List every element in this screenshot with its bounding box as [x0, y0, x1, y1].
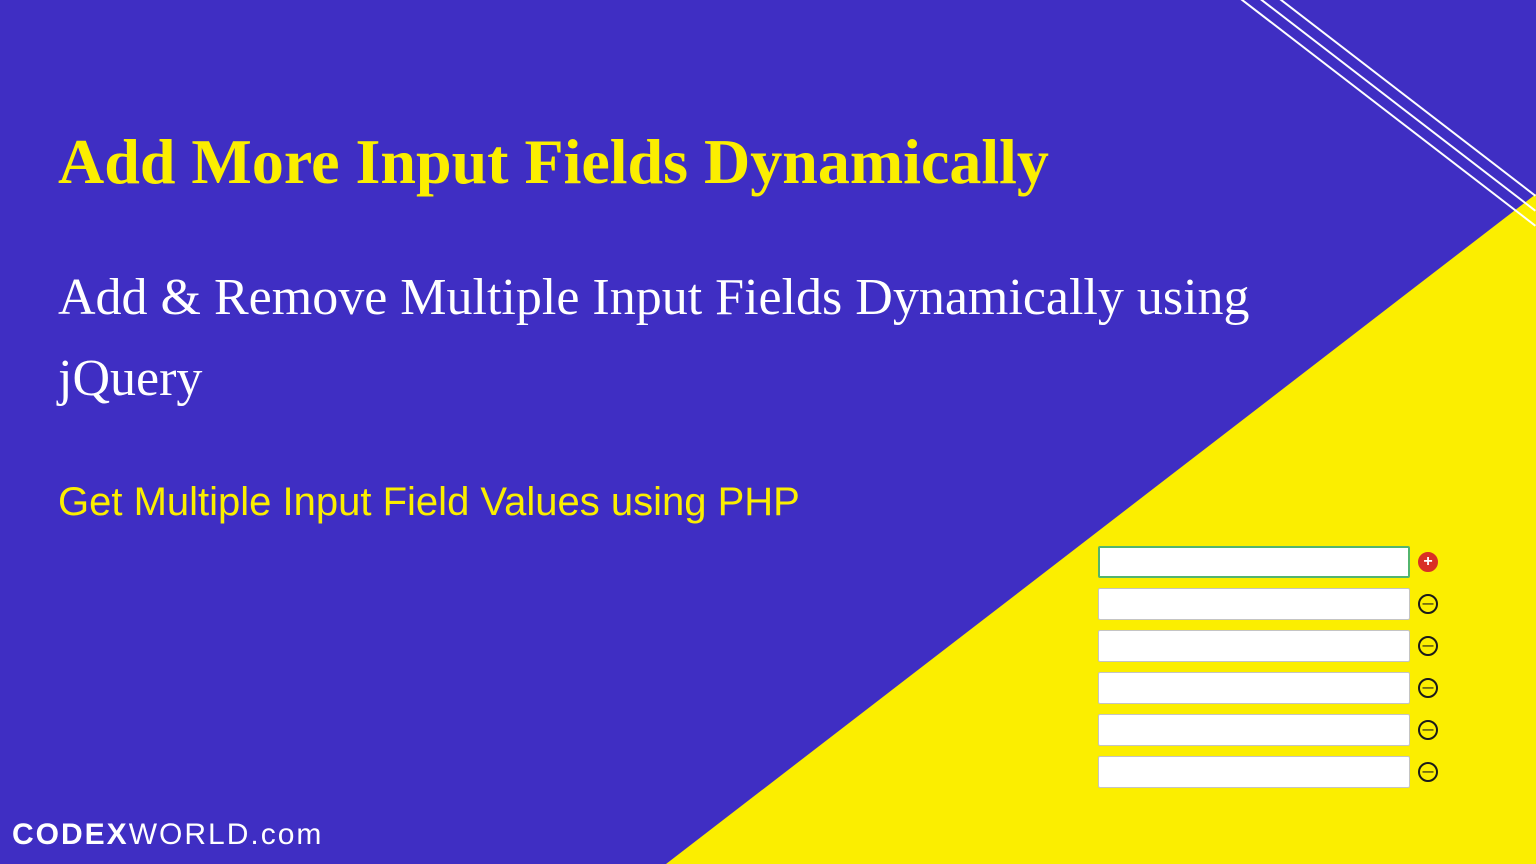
remove-icon[interactable]: — [1418, 762, 1438, 782]
main-title: Add More Input Fields Dynamically [58, 125, 1049, 199]
add-icon[interactable]: + [1418, 552, 1438, 572]
banner-canvas: Add More Input Fields Dynamically Add & … [0, 0, 1536, 864]
input-row: + [1098, 546, 1438, 578]
watermark-logo: CODEXWORLD.com [12, 818, 323, 852]
watermark-domain: .com [250, 818, 323, 851]
remove-icon[interactable]: — [1418, 678, 1438, 698]
input-row: — [1098, 756, 1438, 788]
remove-icon[interactable]: — [1418, 636, 1438, 656]
remove-icon[interactable]: — [1418, 594, 1438, 614]
input-row: — [1098, 672, 1438, 704]
text-input[interactable] [1098, 756, 1410, 788]
text-input[interactable] [1098, 546, 1410, 578]
input-row: — [1098, 630, 1438, 662]
text-input[interactable] [1098, 714, 1410, 746]
dynamic-input-form: + — — — — — [1098, 546, 1438, 798]
input-row: — [1098, 588, 1438, 620]
remove-icon[interactable]: — [1418, 720, 1438, 740]
text-input[interactable] [1098, 630, 1410, 662]
watermark-brand-light: WORLD [129, 818, 251, 851]
input-row: — [1098, 714, 1438, 746]
watermark-brand-bold: CODEX [12, 818, 129, 851]
tagline: Get Multiple Input Field Values using PH… [58, 480, 800, 525]
text-input[interactable] [1098, 672, 1410, 704]
subtitle: Add & Remove Multiple Input Fields Dynam… [58, 258, 1258, 419]
text-input[interactable] [1098, 588, 1410, 620]
